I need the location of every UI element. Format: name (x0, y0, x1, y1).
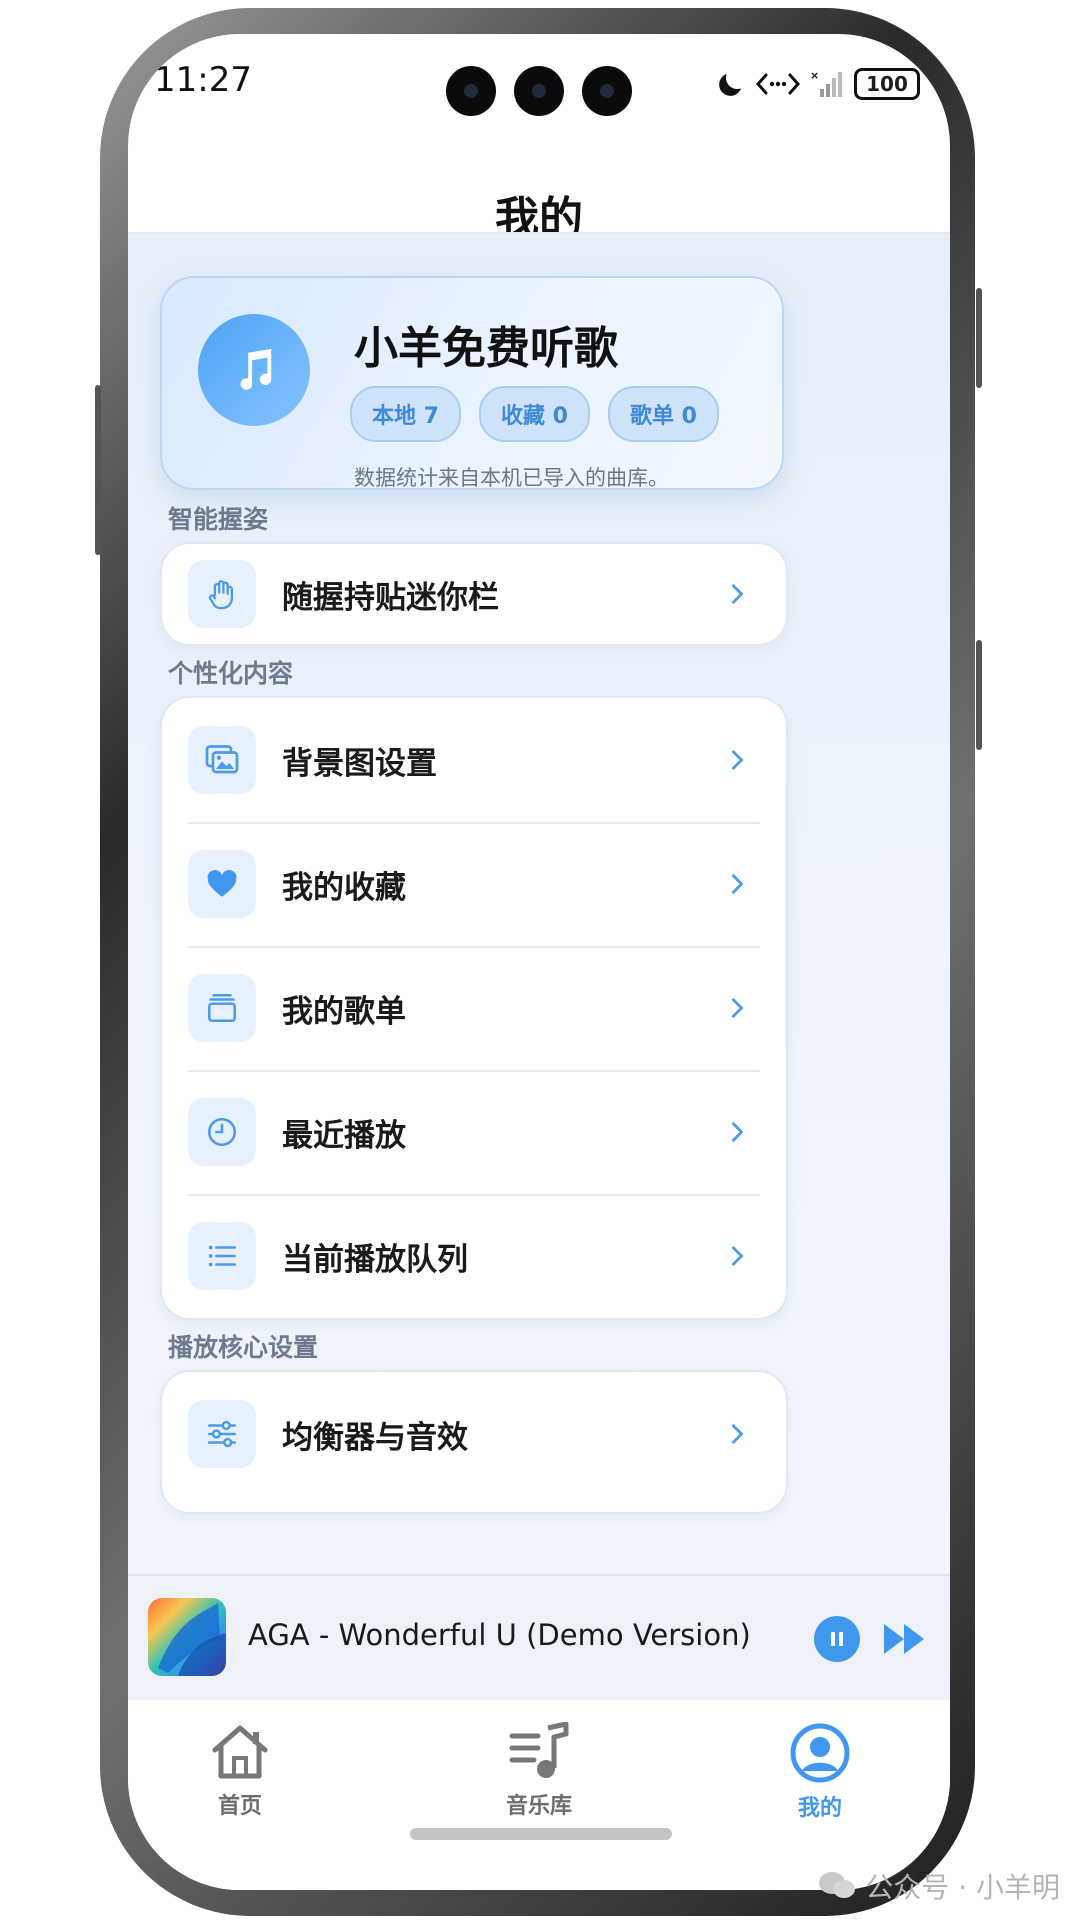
clock-icon (188, 1098, 256, 1166)
track-title: AGA - Wonderful U (Demo Version) (248, 1618, 751, 1652)
menu-item-equalizer[interactable]: 均衡器与音效 (162, 1372, 786, 1496)
side-button (976, 288, 982, 388)
grip-card: 随握持贴迷你栏 (160, 542, 788, 646)
chevron-right-icon (731, 1122, 743, 1142)
home-indicator (410, 1828, 672, 1840)
side-button-2 (976, 640, 982, 750)
chevron-right-icon (731, 584, 743, 604)
image-icon (188, 726, 256, 794)
menu-item-label: 随握持贴迷你栏 (282, 579, 499, 616)
camera-lens (446, 66, 496, 116)
playlist-icon (188, 974, 256, 1042)
list-icon (188, 1222, 256, 1290)
section-title-grip: 智能握姿 (168, 505, 269, 534)
status-time: 11:27 (154, 60, 252, 100)
watermark: 公众号 · 小羊明 (817, 1866, 1060, 1906)
menu-item-recent[interactable]: 最近播放 (162, 1070, 786, 1194)
stats-row: 本地 7 收藏 0 歌单 0 (350, 386, 719, 442)
watermark-text: 公众号 · 小羊明 (865, 1871, 1060, 1904)
chat-bubble-icon (819, 1872, 856, 1898)
heart-icon (188, 850, 256, 918)
chevron-right-icon (731, 1246, 743, 1266)
stat-favorites[interactable]: 收藏 0 (478, 386, 590, 442)
status-icons: × 100 (716, 62, 920, 106)
menu-item-label: 均衡器与音效 (282, 1419, 468, 1456)
stat-local[interactable]: 本地 7 (350, 386, 461, 442)
menu-item-background[interactable]: 背景图设置 (162, 698, 786, 822)
stats-note: 数据统计来自本机已导入的曲库。 (354, 466, 669, 490)
equalizer-icon (188, 1400, 256, 1468)
camera-lens (582, 66, 632, 116)
app-name: 小羊免费听歌 (354, 323, 618, 374)
section-title-playback: 播放核心设置 (168, 1333, 319, 1362)
menu-item-playlists[interactable]: 我的歌单 (162, 946, 786, 1070)
menu-item-label: 我的歌单 (282, 993, 406, 1030)
menu-item-label: 背景图设置 (282, 745, 437, 782)
chevron-right-icon (731, 750, 743, 770)
battery-indicator: 100 (854, 68, 920, 100)
menu-item-favorites[interactable]: 我的收藏 (162, 822, 786, 946)
signal-icon: × (810, 69, 842, 97)
phone-screen: 11:27 × 100 我的 小羊免费听歌 本地 7 收藏 0 歌单 0 数据统… (128, 34, 950, 1890)
personalization-card: 背景图设置 我的收藏 我的歌单 最近播放 当前播放队列 (160, 696, 788, 1320)
chevron-right-icon (731, 1424, 743, 1444)
avatar (198, 314, 310, 426)
chevron-right-icon (731, 874, 743, 894)
section-title-personalization: 个性化内容 (168, 659, 294, 688)
pause-icon (831, 1632, 843, 1646)
menu-item-label: 我的收藏 (282, 869, 406, 906)
data-transfer-icon (756, 73, 800, 95)
tab-label: 首页 (217, 1794, 262, 1819)
tab-mine[interactable]: 我的 (740, 1722, 900, 1822)
chevron-right-icon (731, 998, 743, 1018)
pause-button[interactable] (814, 1616, 860, 1662)
profile-card: 小羊免费听歌 本地 7 收藏 0 歌单 0 数据统计来自本机已导入的曲库。 (160, 276, 784, 490)
tab-label: 我的 (797, 1796, 842, 1821)
tab-label: 音乐库 (505, 1794, 572, 1819)
moon-icon (719, 74, 741, 96)
tab-home[interactable]: 首页 (160, 1722, 320, 1820)
user-icon (790, 1723, 850, 1783)
svg-text:×: × (810, 69, 819, 82)
next-icon[interactable] (882, 1620, 928, 1658)
stat-playlists[interactable]: 歌单 0 (607, 386, 719, 442)
menu-item-queue[interactable]: 当前播放队列 (162, 1194, 786, 1318)
album-art[interactable] (148, 1598, 226, 1676)
playback-card: 均衡器与音效 (160, 1370, 788, 1514)
tab-bar: 首页 音乐库 我的 (128, 1700, 950, 1890)
home-icon (212, 1725, 268, 1779)
mini-player[interactable]: AGA - Wonderful U (Demo Version) (128, 1574, 950, 1702)
camera-lens (514, 66, 564, 116)
volume-button (95, 385, 101, 555)
menu-item-label: 最近播放 (282, 1117, 406, 1154)
menu-item-grip-mini-bar[interactable]: 随握持贴迷你栏 (162, 544, 786, 644)
music-note-icon (240, 348, 272, 390)
menu-item-label: 当前播放队列 (282, 1241, 468, 1278)
library-icon (509, 1722, 569, 1778)
tab-library[interactable]: 音乐库 (459, 1722, 619, 1820)
hand-icon (188, 560, 256, 628)
